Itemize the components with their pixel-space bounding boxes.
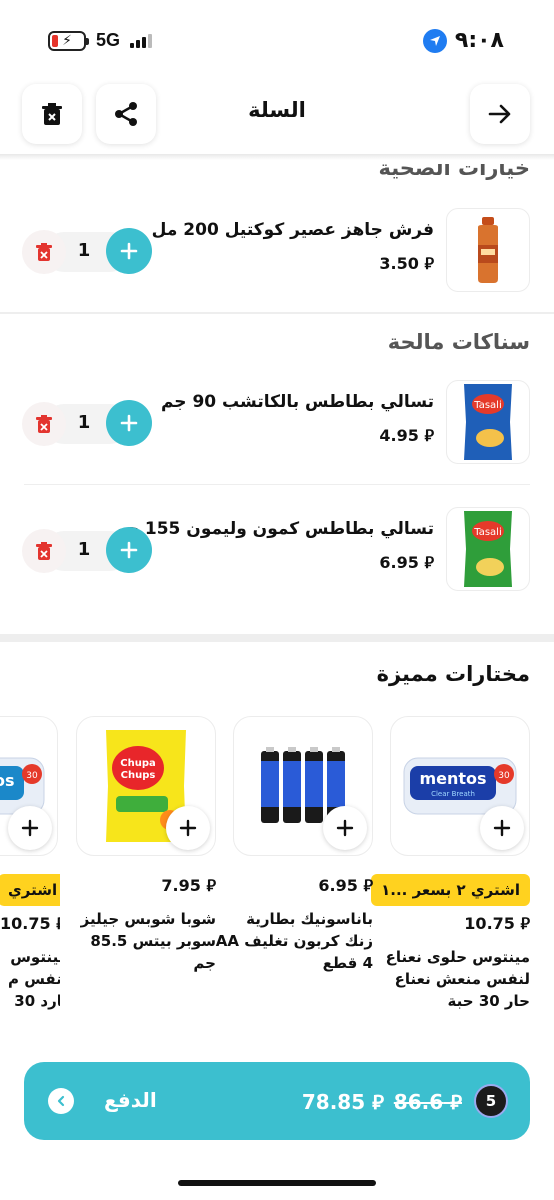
pay-label: الدفع [104, 1088, 157, 1112]
svg-text:Clear Breath: Clear Breath [431, 790, 475, 798]
home-indicator [178, 1180, 376, 1186]
item-price: ⃁ 6.95 [379, 553, 434, 572]
old-total: ⃁ 86.6 [393, 1090, 462, 1114]
trash-icon [36, 542, 52, 560]
back-button[interactable] [470, 84, 530, 144]
battery-icon: ⚡ [48, 30, 89, 51]
product-name: باناسونيك بطارية زنك كربون تغليف AA 4 قط… [215, 910, 373, 972]
network-label: 5G [96, 30, 121, 50]
item-divider [24, 484, 530, 485]
section-title-salty-snacks: سناكات مالحة [387, 330, 530, 354]
item-name: تسالي بطاطس كمون وليمون 155 جم [113, 519, 434, 539]
section-divider [0, 312, 554, 314]
item-price: ⃁ 3.50 [379, 254, 434, 273]
plus-icon [120, 414, 138, 432]
product-name: مينتوس لنفس م بارد 30 [8, 948, 60, 1010]
trash-icon [36, 415, 52, 433]
increase-quantity-button[interactable] [106, 400, 152, 446]
remove-item-button[interactable] [22, 402, 66, 446]
item-name: فرش جاهز عصير كوكتيل 200 مل [151, 220, 434, 240]
cart-item: فرش جاهز عصير كوكتيل 200 مل ⃁ 3.50 1 [0, 204, 554, 296]
header: السلة [0, 84, 554, 158]
svg-text:mentos: mentos [0, 771, 15, 790]
quantity-value: 1 [77, 240, 91, 261]
plus-icon [179, 819, 197, 837]
offer-badge: اشتري [0, 874, 60, 906]
increase-quantity-button[interactable] [106, 228, 152, 274]
offer-badge: اشتري ٢ بسعر ...١ [371, 874, 530, 906]
clock: ٩:٠٨ [454, 28, 504, 53]
product-image[interactable] [446, 208, 530, 292]
svg-text:30: 30 [26, 771, 38, 781]
featured-title: مختارات مميزة [376, 662, 530, 686]
cart-item: Tasali تسالي بطاطس كمون وليمون 155 جم ⃁ … [0, 503, 554, 595]
plus-icon [120, 541, 138, 559]
add-to-cart-button[interactable] [323, 806, 367, 850]
add-to-cart-button[interactable] [166, 806, 210, 850]
add-to-cart-button[interactable] [8, 806, 52, 850]
quantity-stepper: 1 [22, 228, 152, 274]
quantity-value: 1 [77, 412, 91, 433]
trash-icon [36, 243, 52, 261]
svg-text:Chups: Chups [121, 770, 156, 781]
plus-icon [21, 819, 39, 837]
section-divider [0, 634, 554, 642]
product-price: ⃁ 10.75 [464, 914, 530, 933]
quantity-value: 1 [77, 539, 91, 560]
product-price: ⃁ 6.95 [318, 876, 373, 895]
plus-icon [336, 819, 354, 837]
quantity-stepper: 1 [22, 527, 152, 573]
svg-text:Tasali: Tasali [473, 400, 501, 411]
checkout-bar[interactable]: 5 ⃁ 86.6 ⃁ 78.85 الدفع [24, 1062, 530, 1140]
chevron-left-icon [48, 1088, 74, 1114]
svg-text:mentos: mentos [419, 769, 486, 788]
cart-item: Tasali تسالي بطاطس بالكاتشب 90 جم ⃁ 4.95… [0, 376, 554, 468]
status-bar: ⚡ 5G ٩:٠٨ [0, 0, 554, 84]
product-image[interactable]: Tasali [446, 380, 530, 464]
remove-item-button[interactable] [22, 529, 66, 573]
header-shadow [0, 154, 554, 160]
signal-icon [130, 33, 153, 48]
cart-count-badge: 5 [474, 1084, 508, 1118]
product-price: ⃁ 10.75 [0, 914, 60, 933]
card-clip: mentos 30 اشتري ⃁ 10.75 مينتوس لنفس م بار… [0, 700, 60, 1020]
status-left: ⚡ 5G [48, 30, 153, 51]
item-name: تسالي بطاطس بالكاتشب 90 جم [160, 392, 434, 412]
remove-item-button[interactable] [22, 230, 66, 274]
product-name: مينتوس حلوى نعناع لنفس منعش نعناع حار 30… [385, 948, 530, 1010]
status-right: ٩:٠٨ [422, 28, 504, 53]
svg-text:Tasali: Tasali [473, 527, 501, 538]
plus-icon [120, 242, 138, 260]
product-name: شوبا شوبس جيليز سوبر بيتس 85.5 جم [80, 910, 216, 972]
add-to-cart-button[interactable] [480, 806, 524, 850]
product-price: ⃁ 7.95 [161, 876, 216, 895]
item-price: ⃁ 4.95 [379, 426, 434, 445]
new-total: ⃁ 78.85 [301, 1090, 384, 1114]
product-image[interactable]: Tasali [446, 507, 530, 591]
quantity-stepper: 1 [22, 400, 152, 446]
svg-text:30: 30 [498, 771, 510, 781]
increase-quantity-button[interactable] [106, 527, 152, 573]
arrow-right-icon [488, 104, 511, 124]
location-icon [422, 28, 447, 53]
plus-icon [493, 819, 511, 837]
svg-text:Chupa: Chupa [120, 758, 155, 769]
